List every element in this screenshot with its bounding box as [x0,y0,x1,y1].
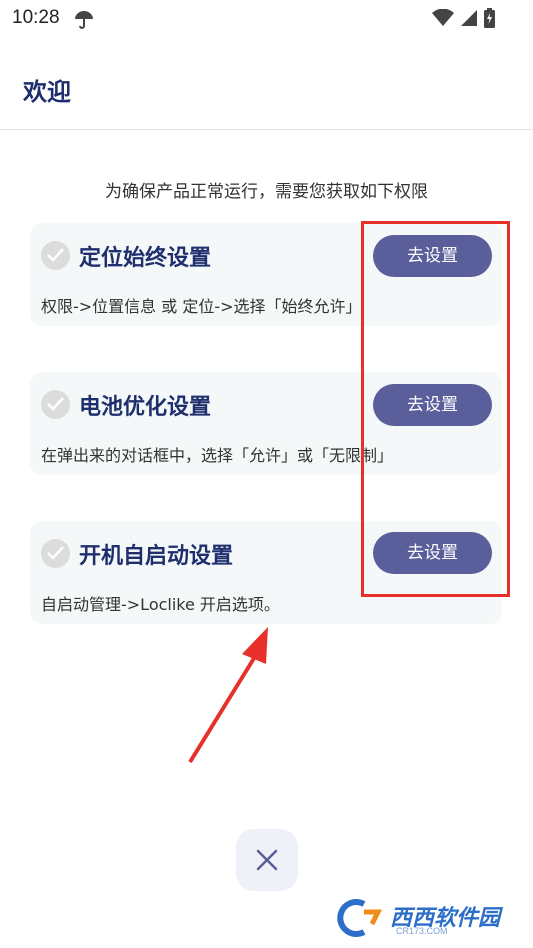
card-description: 自启动管理->Loclike 开启选项。 [41,595,280,614]
wifi-icon [432,9,454,26]
status-icons [432,8,495,28]
status-bar: 10:28 [0,0,533,38]
card-title: 定位始终设置 [79,246,212,271]
watermark-emblem-icon [337,899,383,937]
card-title: 开机自启动设置 [79,544,234,569]
battery-charging-icon [484,8,495,28]
permission-instructions: 为确保产品正常运行，需要您获取如下权限 [105,182,428,202]
close-icon [256,849,278,871]
card-description: 权限->位置信息 或 定位->选择「始终允许」 [41,297,362,316]
card-description: 在弹出来的对话框中，选择「允许」或「无限制」 [41,446,394,465]
page-title: 欢迎 [23,78,71,106]
watermark-domain: CR173.COM [396,926,448,936]
watermark-logo: 西西软件园 CR173.COM [334,898,514,940]
card-title: 电池优化设置 [79,395,212,420]
check-circle-icon [41,539,70,568]
highlight-box [361,221,510,597]
status-time: 10:28 [12,7,60,28]
umbrella-icon [75,11,93,29]
check-circle-icon [41,390,70,419]
check-circle-icon [41,241,70,270]
app-bar: 欢迎 [0,38,533,130]
cellular-signal-icon [461,10,477,26]
close-button[interactable] [236,829,298,891]
